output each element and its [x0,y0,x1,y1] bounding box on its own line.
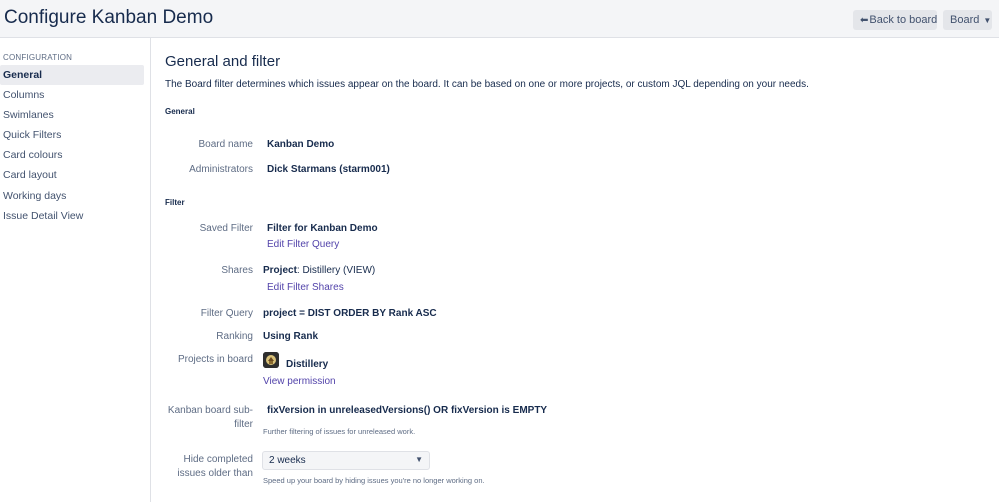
back-to-board-label: Back to board [869,14,938,26]
saved-filter-label: Saved Filter [199,223,253,234]
shares-value: Project: Distillery (VIEW) [263,265,375,276]
sidebar-item-issue-detail-view[interactable]: Issue Detail View [3,206,143,226]
edit-filter-query-link[interactable]: Edit Filter Query [267,239,339,250]
view-permission-link[interactable]: View permission [263,376,336,387]
hide-completed-selected-value: 2 weeks [269,455,306,466]
administrators-label: Administrators [189,164,253,175]
shares-project-label: Project [263,265,297,276]
general-section-heading: General [165,107,195,116]
back-to-board-button[interactable]: ⬅ Back to board [853,10,937,30]
hide-completed-label: Hide completed issues older than [177,454,253,479]
edit-filter-shares-link[interactable]: Edit Filter Shares [267,282,344,293]
sidebar-item-columns[interactable]: Columns [3,85,143,105]
saved-filter-value: Filter for Kanban Demo [267,223,378,234]
projects-in-board-label: Projects in board [177,354,253,365]
kanban-sub-filter-value: fixVersion in unreleasedVersions() OR fi… [267,405,548,416]
board-name-label: Board name [198,139,253,150]
ranking-value: Using Rank [263,331,319,342]
administrators-value: Dick Starmans (starm001) [267,164,390,175]
sidebar-heading: CONFIGURATION [3,53,73,62]
sidebar-item-card-colours[interactable]: Card colours [3,145,143,165]
section-title: General and filter [165,53,281,70]
hide-completed-select[interactable]: 2 weeks ▼ [262,451,430,470]
main-content: General and filter The Board filter dete… [151,38,999,502]
filter-query-label: Filter Query [200,308,253,319]
sidebar-item-swimlanes[interactable]: Swimlanes [3,105,143,125]
sidebar-item-quick-filters[interactable]: Quick Filters [3,125,143,145]
top-bar: Configure Kanban Demo ⬅ Back to board Bo… [0,0,999,38]
sidebar-item-card-layout[interactable]: Card layout [3,165,143,185]
ranking-label: Ranking [216,331,253,342]
board-filter-description: The Board filter determines which issues… [165,79,809,90]
chevron-down-icon: ▼ [415,455,423,464]
shares-label: Shares [221,265,253,276]
chevron-down-icon: ▼ [983,15,992,25]
filter-section-heading: Filter [165,198,185,207]
board-name-value: Kanban Demo [267,139,335,150]
filter-query-value: project = DIST ORDER BY Rank ASC [263,308,437,319]
project-avatar-graphic [263,352,279,368]
board-menu-button[interactable]: Board ▼ [943,10,992,30]
kanban-sub-filter-label: Kanban board sub-filter [167,405,253,430]
project-name: Distillery [286,359,329,370]
project-avatar-icon [263,352,279,368]
hide-completed-hint: Speed up your board by hiding issues you… [263,476,485,485]
sidebar-item-general[interactable]: General [0,65,144,85]
board-menu-label: Board [950,14,980,26]
sidebar-item-working-days[interactable]: Working days [3,186,143,206]
sidebar: CONFIGURATION General Columns Swimlanes … [0,38,151,502]
page-title: Configure Kanban Demo [4,7,214,28]
arrow-left-icon: ⬅ [860,14,869,26]
shares-project-detail: : Distillery (VIEW) [296,265,376,276]
kanban-sub-filter-hint: Further filtering of issues for unreleas… [263,427,416,436]
